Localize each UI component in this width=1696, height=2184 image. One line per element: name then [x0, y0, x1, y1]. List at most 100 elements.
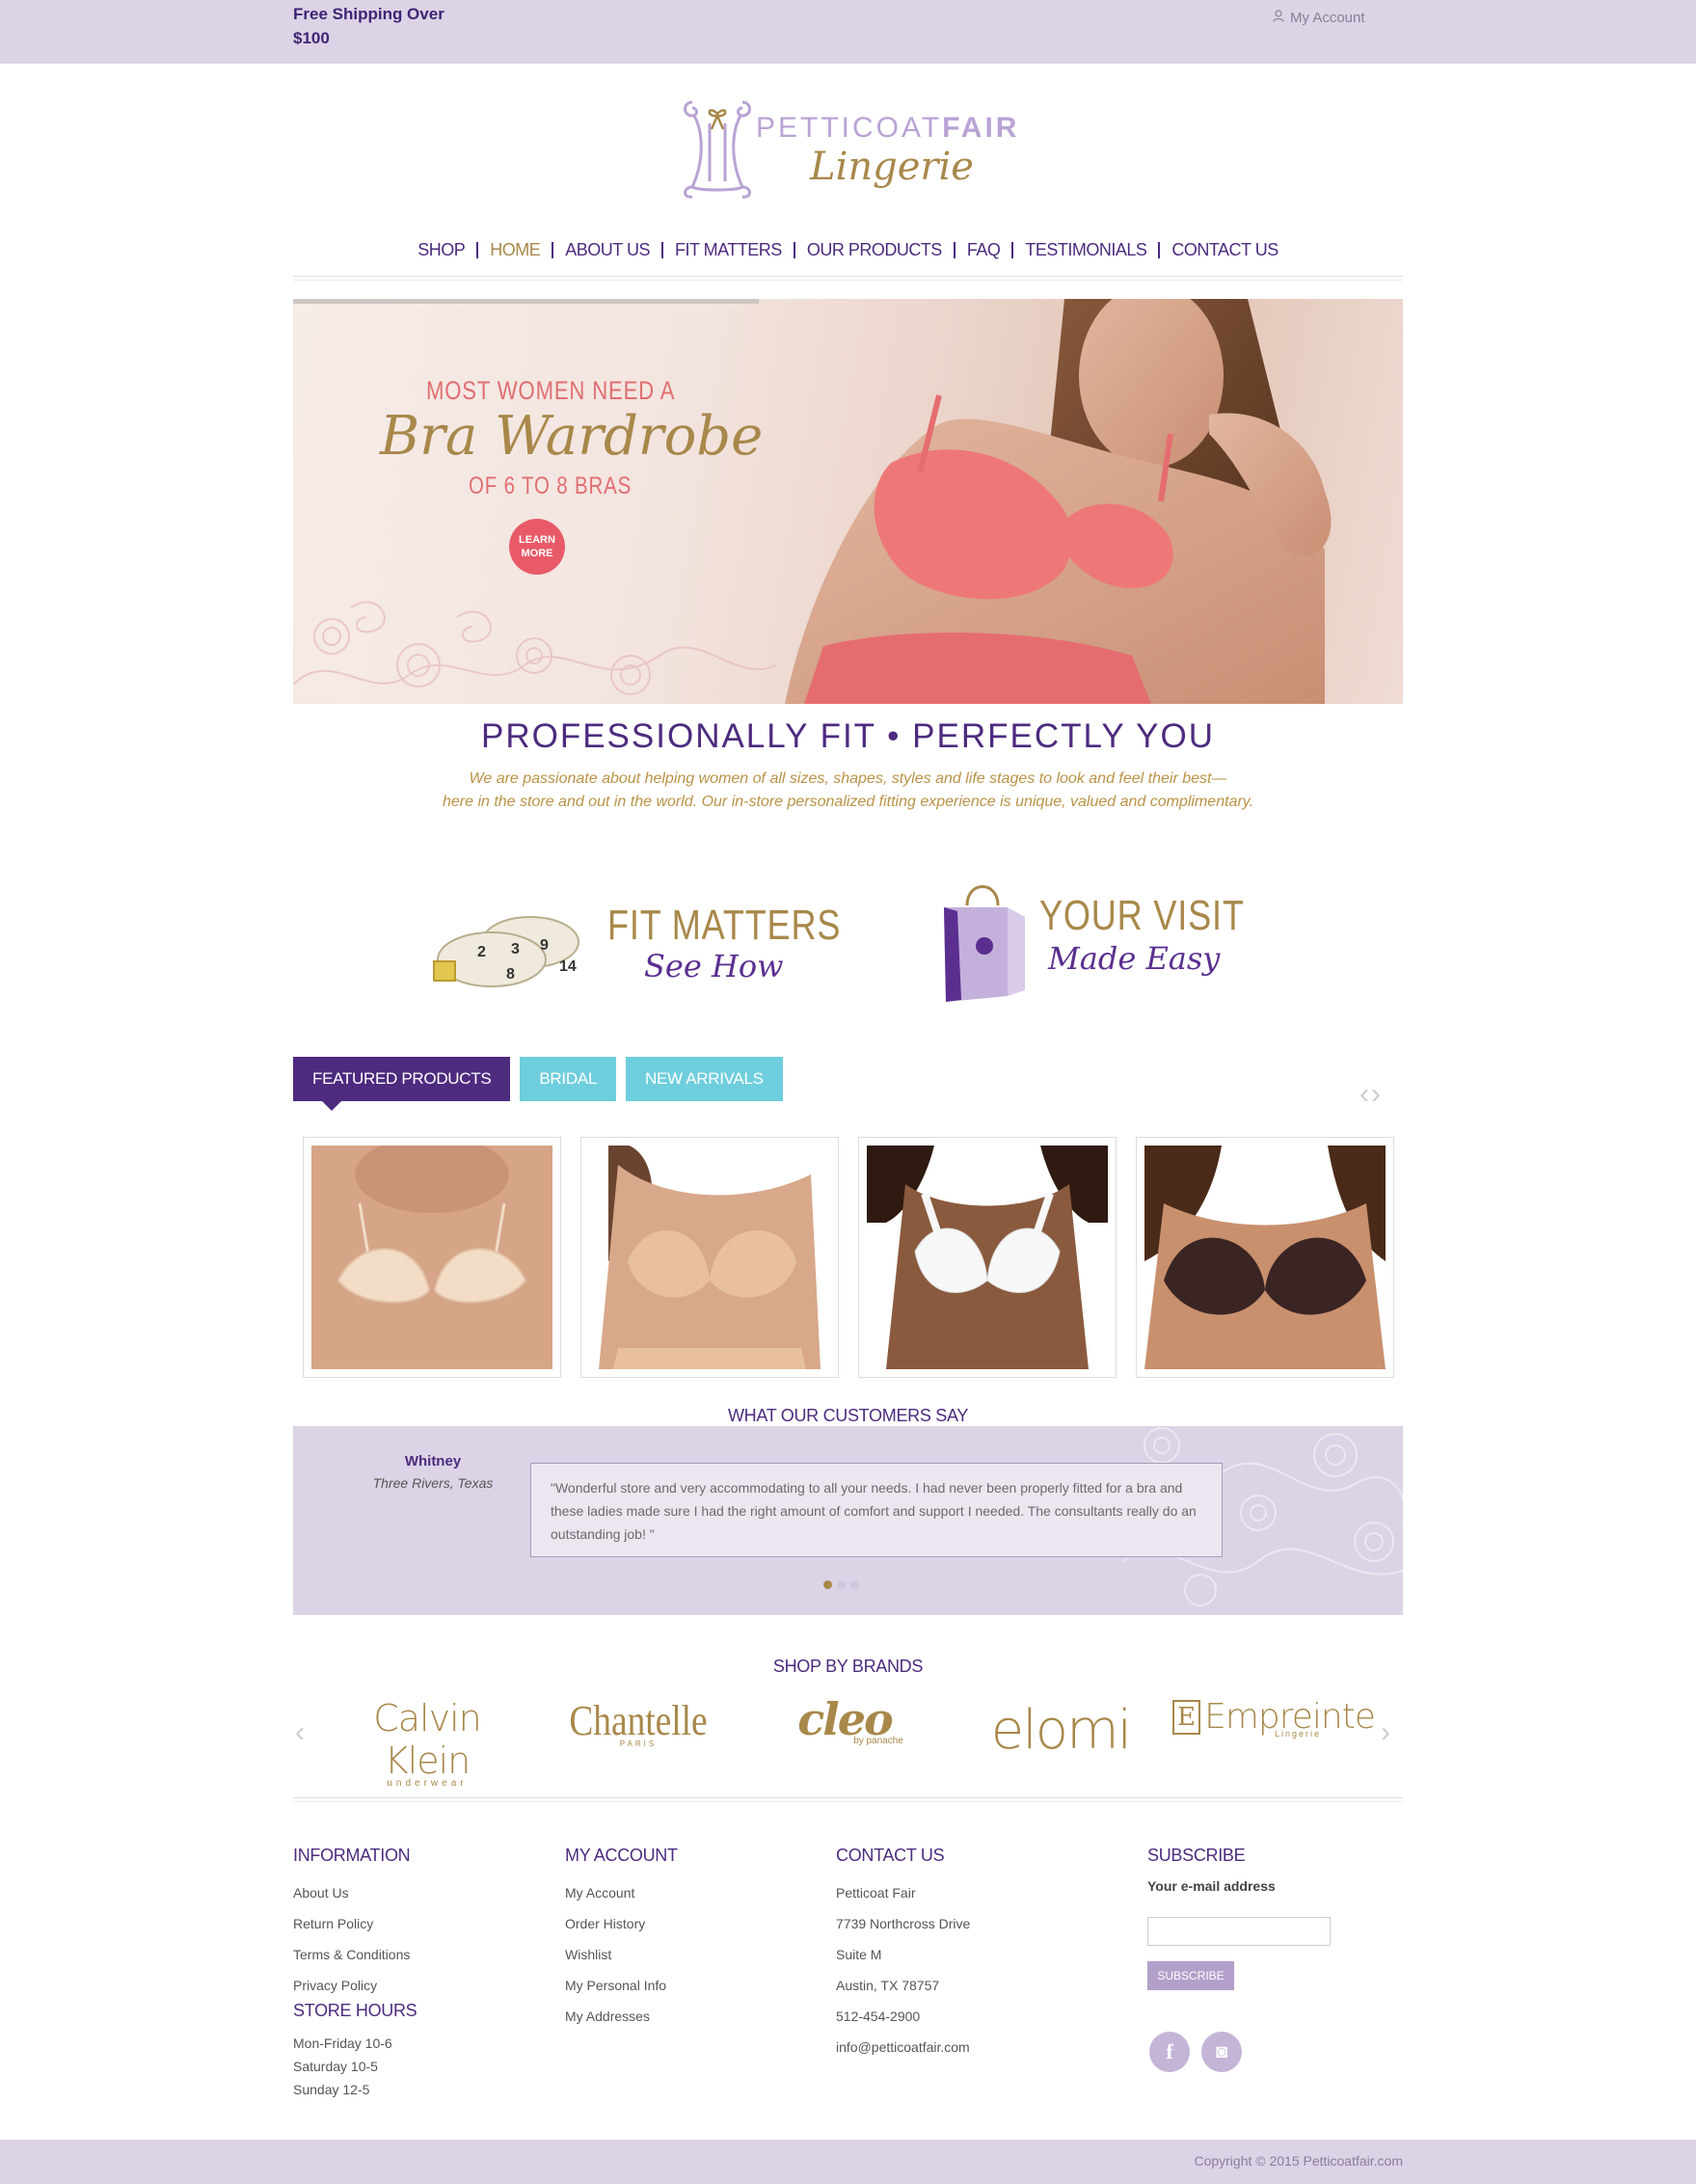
- brand-calvin-klein[interactable]: Calvin Klein underwear: [336, 1697, 519, 1789]
- user-icon: [1273, 10, 1284, 26]
- store-hours-line: Mon-Friday 10-6: [293, 2036, 392, 2051]
- your-visit-title: YOUR VISIT: [1039, 892, 1245, 939]
- footer-store-hours-title: STORE HOURS: [293, 2001, 417, 2020]
- pager-dot[interactable]: [823, 1580, 832, 1589]
- footer-link-personal-info[interactable]: My Personal Info: [565, 1976, 666, 2007]
- logo-subtitle: Lingerie: [810, 145, 974, 189]
- testimonial-pager: [823, 1580, 859, 1589]
- footer-link-addresses[interactable]: My Addresses: [565, 2007, 666, 2037]
- tagline-subtitle-line-1: We are passionate about helping women of…: [469, 770, 1227, 787]
- testimonial-quote: "Wonderful store and very accommodating …: [530, 1463, 1223, 1557]
- email-field-label: Your e-mail address: [1147, 1878, 1276, 1894]
- tab-new-arrivals[interactable]: NEW ARRIVALS: [625, 1057, 783, 1101]
- brand-empreinte[interactable]: E Empreinte Lingerie: [1172, 1697, 1376, 1774]
- slider-progress-bar: [293, 299, 760, 304]
- brand-name: Calvin Klein: [373, 1697, 482, 1782]
- svg-text:9: 9: [540, 937, 549, 954]
- chevron-left-icon[interactable]: ‹: [1359, 1078, 1371, 1110]
- your-visit-promo[interactable]: YOUR VISIT Made Easy: [940, 873, 1258, 1008]
- product-card[interactable]: [858, 1137, 1117, 1378]
- free-shipping-notice: Free Shipping Over $100: [293, 5, 444, 47]
- product-image: [589, 1146, 830, 1369]
- brand-chantelle[interactable]: Chantelle PARIS: [552, 1697, 725, 1774]
- your-visit-subtitle: Made Easy: [1048, 940, 1221, 977]
- footer-link-terms[interactable]: Terms & Conditions: [293, 1945, 410, 1976]
- nav-faq[interactable]: FAQ: [956, 240, 1012, 260]
- footer-link-return-policy[interactable]: Return Policy: [293, 1914, 410, 1945]
- brand-sub: underwear: [387, 1778, 468, 1789]
- footer-information-links: About Us Return Policy Terms & Condition…: [293, 1883, 410, 2007]
- chevron-right-icon[interactable]: ›: [1381, 1716, 1390, 1749]
- top-bar: [0, 0, 1696, 64]
- subscribe-button[interactable]: SUBSCRIBE: [1147, 1961, 1234, 1990]
- svg-text:14: 14: [559, 958, 577, 975]
- nav-divider: [293, 280, 1403, 281]
- brand-cleo[interactable]: cleo by panache: [777, 1697, 912, 1774]
- chevron-right-icon[interactable]: ›: [1371, 1078, 1383, 1110]
- chevron-left-icon[interactable]: ‹: [295, 1716, 305, 1749]
- fit-matters-promo[interactable]: 2 3 9 8 14 FIT MATTERS See How: [424, 873, 848, 1008]
- brand-name: elomi: [990, 1699, 1132, 1762]
- contact-line: Petticoat Fair: [836, 1885, 916, 1901]
- nav-divider: [293, 276, 1403, 277]
- facebook-icon[interactable]: f: [1149, 2032, 1190, 2072]
- brand-sub: by panache: [853, 1736, 903, 1746]
- site-logo[interactable]: PETTICOATFAIR Lingerie: [679, 94, 1026, 202]
- my-account-link[interactable]: My Account: [1273, 10, 1365, 26]
- product-card[interactable]: [303, 1137, 561, 1378]
- nav-about-us[interactable]: ABOUT US: [553, 240, 661, 260]
- footer-link-order-history[interactable]: Order History: [565, 1914, 666, 1945]
- nav-testimonials[interactable]: TESTIMONIALS: [1013, 240, 1158, 260]
- tab-featured-products[interactable]: FEATURED PRODUCTS: [293, 1057, 511, 1111]
- fit-matters-subtitle: See How: [644, 948, 784, 984]
- pager-dot[interactable]: [850, 1580, 859, 1589]
- nav-our-products[interactable]: OUR PRODUCTS: [795, 240, 954, 260]
- tagline-subtitle-line-2: here in the store and out in the world. …: [442, 794, 1254, 810]
- email-field[interactable]: [1147, 1917, 1331, 1946]
- learn-more-button[interactable]: LEARN MORE: [509, 519, 565, 575]
- product-image: [867, 1146, 1108, 1369]
- footer-link-wishlist[interactable]: Wishlist: [565, 1945, 666, 1976]
- copyright-text: Copyright © 2015 Petticoatfair.com: [1194, 2153, 1403, 2169]
- nav-home[interactable]: HOME: [478, 240, 552, 260]
- contact-line: Austin, TX 78757: [836, 1978, 940, 1993]
- logo-name-part1: PETTICOAT: [756, 112, 943, 144]
- bottom-bar: Copyright © 2015 Petticoatfair.com: [0, 2140, 1696, 2184]
- corset-logo-icon: [684, 100, 751, 199]
- svg-text:3: 3: [511, 941, 520, 957]
- contact-phone[interactable]: 512-454-2900: [836, 2007, 970, 2037]
- pager-dot[interactable]: [837, 1580, 846, 1589]
- instagram-icon[interactable]: ◙: [1201, 2032, 1242, 2072]
- nav-contact-us[interactable]: CONTACT US: [1160, 240, 1289, 260]
- footer-link-my-account[interactable]: My Account: [565, 1883, 666, 1914]
- nav-shop[interactable]: SHOP: [406, 240, 476, 260]
- product-tabs: FEATURED PRODUCTS BRIDAL NEW ARRIVALS: [293, 1057, 783, 1111]
- brands-title: SHOP BY BRANDS: [772, 1657, 924, 1676]
- product-card[interactable]: [580, 1137, 839, 1378]
- nav-fit-matters[interactable]: FIT MATTERS: [663, 240, 794, 260]
- product-card[interactable]: [1136, 1137, 1394, 1378]
- measuring-tape-icon: 2 3 9 8 14: [433, 916, 579, 987]
- store-hours-line: Sunday 12-5: [293, 2082, 370, 2097]
- fit-matters-title: FIT MATTERS: [607, 902, 842, 949]
- hero-model-image: [785, 299, 1332, 704]
- footer-contact-info: Petticoat Fair 7739 Northcross Drive Sui…: [836, 1883, 970, 2068]
- main-nav: SHOP HOME ABOUT US FIT MATTERS OUR PRODU…: [293, 235, 1403, 264]
- hero-banner[interactable]: MOST WOMEN NEED A Bra Wardrobe OF 6 TO 8…: [293, 299, 1403, 704]
- logo-name-part2: FAIR: [942, 112, 1020, 144]
- store-hours-line: Saturday 10-5: [293, 2059, 378, 2074]
- shopping-bag-icon: [944, 885, 1025, 1002]
- footer-contact-title: CONTACT US: [836, 1846, 945, 1865]
- my-account-label: My Account: [1290, 10, 1365, 26]
- tab-bridal[interactable]: BRIDAL: [520, 1057, 616, 1101]
- tagline-subtitle: We are passionate about helping women of…: [293, 768, 1403, 814]
- tagline-title: PROFESSIONALLY FIT • PERFECTLY YOU: [480, 717, 1215, 755]
- brand-elomi[interactable]: elomi: [974, 1697, 1147, 1774]
- svg-text:8: 8: [506, 966, 515, 983]
- hero-line-1: MOST WOMEN NEED A: [426, 376, 676, 405]
- product-image: [311, 1146, 552, 1369]
- contact-email[interactable]: info@petticoatfair.com: [836, 2037, 970, 2068]
- footer-information-title: INFORMATION: [293, 1846, 411, 1865]
- footer-link-about-us[interactable]: About Us: [293, 1883, 410, 1914]
- footer-store-hours: Mon-Friday 10-6 Saturday 10-5 Sunday 12-…: [293, 2034, 392, 2103]
